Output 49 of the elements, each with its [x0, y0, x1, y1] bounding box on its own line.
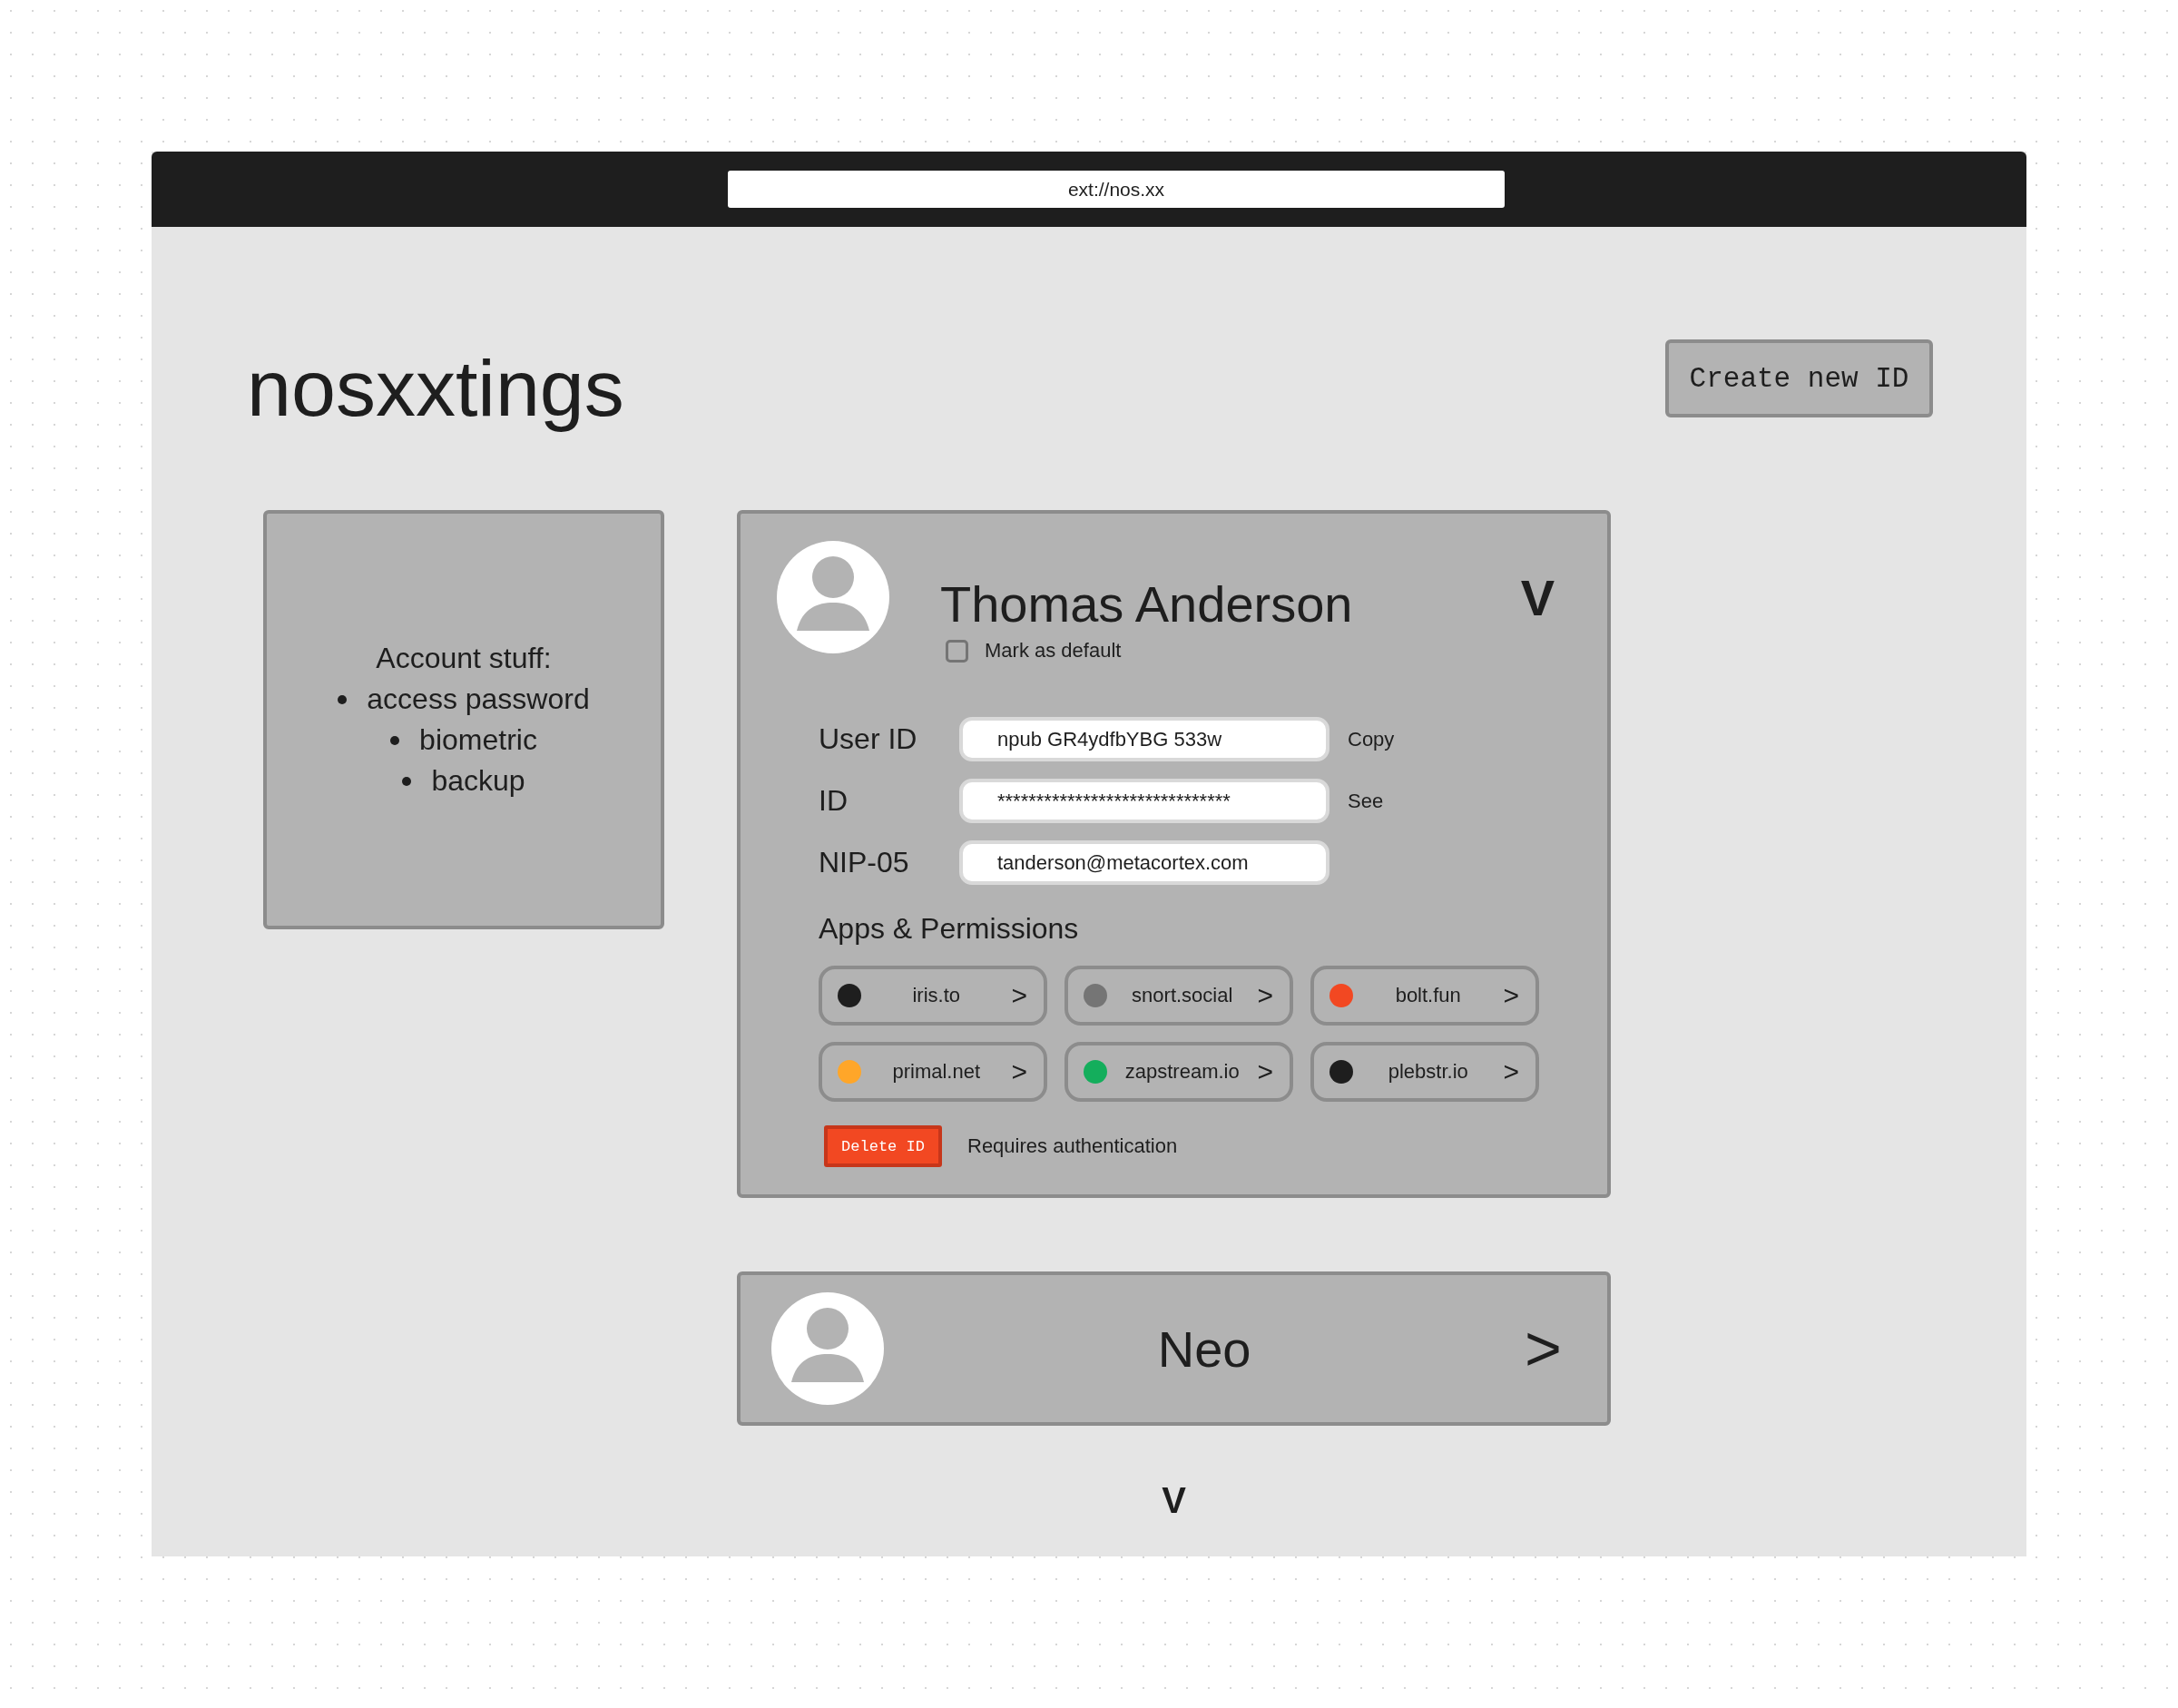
checkbox-label: Mark as default — [985, 639, 1122, 663]
chevron: > — [1503, 980, 1519, 1011]
field-label: User ID — [819, 722, 918, 756]
chevron: > — [1503, 1056, 1519, 1087]
app-name: snort.social — [1131, 984, 1234, 1007]
create-id-button[interactable]: Create new ID — [1665, 339, 1933, 417]
app-chip[interactable]: iris.to > — [819, 966, 1047, 1026]
delete-button[interactable]: Delete ID — [824, 1125, 942, 1167]
checkbox[interactable] — [946, 639, 968, 663]
chevron: > — [1525, 1312, 1562, 1385]
chevron: > — [1011, 980, 1027, 1011]
profile-name: Neo — [1156, 1319, 1252, 1379]
avatar-icon — [777, 541, 889, 653]
profile-card[interactable]: Neo > — [737, 1271, 1611, 1426]
app-name: plebstr.io — [1387, 1060, 1469, 1084]
app-name: zapstream.io — [1123, 1060, 1241, 1084]
action-link[interactable]: See — [1348, 789, 1571, 813]
bullet-icon — [390, 735, 400, 745]
text-field[interactable]: tanderson@metacortex.com — [959, 840, 1329, 885]
app-name: iris.to — [911, 984, 961, 1007]
action-link[interactable]: Copy — [1348, 727, 1571, 751]
app-chip[interactable]: snort.social > — [1064, 966, 1293, 1026]
page-title: nosxxtings — [247, 342, 624, 435]
bullet-icon — [338, 694, 348, 704]
chevron: > — [1257, 980, 1273, 1011]
field-label: ID — [819, 784, 849, 818]
app-name: primal.net — [891, 1060, 982, 1084]
section-heading: Apps & Permissions — [819, 912, 1080, 946]
list-item: backup — [431, 764, 525, 798]
collapse-toggle[interactable]: V — [1520, 568, 1555, 627]
text-field[interactable]: ****************************** — [959, 779, 1329, 823]
app-chip[interactable]: bolt.fun > — [1310, 966, 1539, 1026]
text-field[interactable]: npub GR4ydfbYBG 533w — [959, 717, 1329, 761]
list-item: access password — [367, 682, 590, 716]
bullet-icon — [402, 776, 412, 786]
field-label: NIP-05 — [819, 846, 910, 879]
chevron: > — [1257, 1056, 1273, 1087]
avatar-icon — [771, 1292, 884, 1405]
panel-heading: Account stuff: — [376, 642, 552, 675]
list-item: biometric — [419, 723, 537, 757]
app-name: bolt.fun — [1394, 984, 1462, 1007]
app-chip[interactable]: primal.net > — [819, 1042, 1047, 1102]
chevron: > — [1011, 1056, 1027, 1087]
address-bar[interactable]: ext://nos.xx — [728, 171, 1505, 208]
app-chip[interactable]: plebstr.io > — [1310, 1042, 1539, 1102]
app-chip[interactable]: zapstream.io > — [1064, 1042, 1293, 1102]
note-text: Requires authentication — [967, 1134, 1178, 1158]
profile-name: Thomas Anderson — [940, 575, 1354, 633]
expand-toggle[interactable]: V — [1162, 1480, 1186, 1521]
